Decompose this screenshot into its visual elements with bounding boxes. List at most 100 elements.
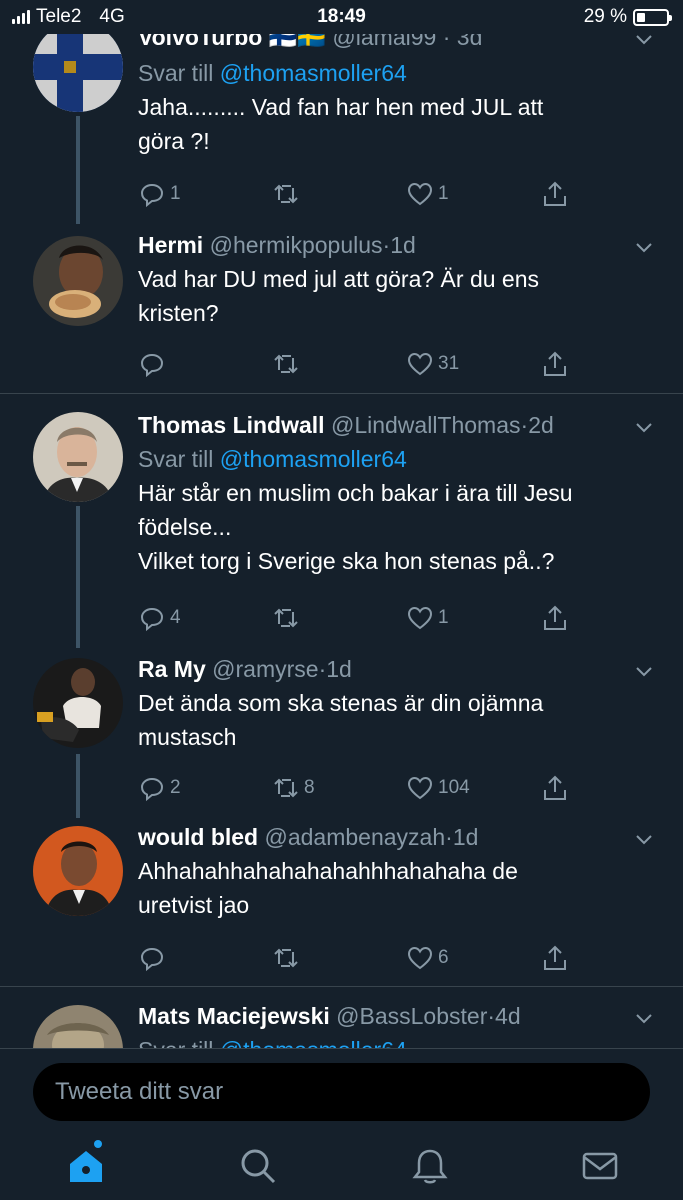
search-icon xyxy=(241,1149,276,1184)
reply-to-link[interactable]: @thomasmoller64 xyxy=(220,60,407,86)
reply-button[interactable]: 1 xyxy=(138,180,181,208)
search-tab[interactable] xyxy=(238,1146,278,1186)
tweet-text-line: uretvist jao xyxy=(138,892,250,918)
tweet[interactable]: Mats Maciejewski @BassLobster·4d Svar ti… xyxy=(0,987,683,1048)
retweet-button[interactable] xyxy=(272,180,304,208)
reply-prefix: Svar till xyxy=(138,1037,213,1048)
reply-count: 4 xyxy=(170,607,181,628)
display-name[interactable]: Hermi xyxy=(138,232,203,258)
like-button[interactable]: 6 xyxy=(406,944,449,972)
reply-icon xyxy=(140,183,164,208)
like-count: 31 xyxy=(438,353,460,374)
reply-to-link[interactable]: @thomasmoller64 xyxy=(220,446,407,472)
reply-button[interactable]: 4 xyxy=(138,604,181,632)
tweet-header: Mats Maciejewski @BassLobster·4d xyxy=(138,1001,653,1031)
messages-tab[interactable] xyxy=(580,1146,620,1186)
heart-icon xyxy=(407,946,433,970)
tweet[interactable]: Hermi @hermikpopulus·1d Vad har DU med j… xyxy=(0,226,683,393)
handle[interactable]: @LindwallThomas xyxy=(331,412,521,438)
display-name[interactable]: Thomas Lindwall xyxy=(138,412,325,438)
reply-to-link[interactable]: @thomasmoller64 xyxy=(220,1037,407,1048)
display-name[interactable]: would bled xyxy=(138,824,258,850)
tweet-text: Ahhahahhahahahahahhhahahaha de uretvist … xyxy=(138,854,653,922)
tweet-text: Det ända som ska stenas är din ojämna mu… xyxy=(138,686,653,754)
chevron-down-icon[interactable] xyxy=(635,238,653,256)
tweet[interactable]: would bled @adambenayzah·1d Ahhahahhahah… xyxy=(0,816,683,986)
avatar[interactable] xyxy=(33,236,123,326)
tweet-text: Jaha......... Vad fan har hen med JUL at… xyxy=(138,90,653,158)
home-tab[interactable] xyxy=(66,1140,106,1186)
avatar[interactable] xyxy=(33,826,123,916)
notifications-tab[interactable] xyxy=(410,1146,450,1186)
share-button[interactable] xyxy=(541,180,569,208)
display-name[interactable]: Ra My xyxy=(138,656,206,682)
chevron-down-icon[interactable] xyxy=(635,1009,653,1027)
separator: · xyxy=(445,824,453,850)
retweet-icon xyxy=(274,354,298,374)
reply-count: 1 xyxy=(170,183,181,204)
share-icon xyxy=(544,945,566,970)
share-icon xyxy=(544,181,566,206)
tweet[interactable]: Thomas Lindwall @LindwallThomas·2d Svar … xyxy=(0,394,683,648)
like-button[interactable]: 1 xyxy=(406,180,449,208)
retweet-icon xyxy=(274,608,298,628)
share-button[interactable] xyxy=(541,944,569,972)
like-button[interactable]: 104 xyxy=(406,774,470,802)
reply-context: Svar till @thomasmoller64 xyxy=(138,442,653,476)
timestamp: 1d xyxy=(452,824,479,850)
reply-button[interactable]: 2 xyxy=(138,774,181,802)
tweet-text-line: Här står en muslim och bakar i ära till … xyxy=(138,480,573,506)
like-count: 1 xyxy=(438,183,449,204)
reply-input[interactable]: Tweeta ditt svar xyxy=(33,1063,650,1121)
tweet[interactable]: Ra My @ramyrse·1d Det ända som ska stena… xyxy=(0,646,683,818)
retweet-button[interactable] xyxy=(272,944,304,972)
avatar[interactable] xyxy=(33,412,123,502)
share-icon xyxy=(544,605,566,630)
retweet-button[interactable] xyxy=(272,604,304,632)
status-bar: Tele2 4G 18:49 29 % xyxy=(0,0,683,34)
retweet-button[interactable] xyxy=(272,350,304,378)
tweet-header: Thomas Lindwall @LindwallThomas·2d xyxy=(138,410,653,440)
like-button[interactable]: 31 xyxy=(406,350,459,378)
reply-timeline[interactable]: VolvoTurbo 🇫🇮🇸🇪 @lamai99 · 3d Svar till … xyxy=(0,0,683,1048)
handle[interactable]: @hermikpopulus xyxy=(210,232,383,258)
reply-icon xyxy=(140,777,164,802)
handle[interactable]: @BassLobster xyxy=(336,1003,487,1029)
heart-icon xyxy=(407,606,433,630)
avatar[interactable] xyxy=(33,22,123,112)
display-name[interactable]: Mats Maciejewski xyxy=(138,1003,330,1029)
retweet-button[interactable]: 8 xyxy=(272,774,315,802)
chevron-down-icon[interactable] xyxy=(635,418,653,436)
battery-percent: 29 % xyxy=(583,6,627,27)
reply-context: Svar till @thomasmoller64 xyxy=(138,1033,653,1048)
like-button[interactable]: 1 xyxy=(406,604,449,632)
reply-context: Svar till @thomasmoller64 xyxy=(138,56,653,90)
chevron-down-icon[interactable] xyxy=(635,662,653,680)
share-button[interactable] xyxy=(541,350,569,378)
tweet-header: Ra My @ramyrse·1d xyxy=(138,654,653,684)
timestamp: 4d xyxy=(495,1003,521,1029)
tweet-text-line: mustasch xyxy=(138,724,237,750)
share-button[interactable] xyxy=(541,774,569,802)
reply-prefix: Svar till xyxy=(138,60,214,86)
avatar[interactable] xyxy=(33,1005,123,1048)
clock: 18:49 xyxy=(317,6,366,27)
chevron-down-icon[interactable] xyxy=(635,830,653,848)
handle[interactable]: @adambenayzah xyxy=(265,824,446,850)
avatar[interactable] xyxy=(33,658,123,748)
heart-icon xyxy=(407,776,433,800)
reply-button[interactable] xyxy=(138,350,170,378)
handle[interactable]: @ramyrse xyxy=(212,656,318,682)
retweet-count: 8 xyxy=(304,777,315,798)
reply-button[interactable] xyxy=(138,944,170,972)
reply-icon xyxy=(140,353,164,378)
timestamp: 1d xyxy=(390,232,416,258)
share-button[interactable] xyxy=(541,604,569,632)
thread-line xyxy=(76,116,80,224)
tweet-text: Vad har DU med jul att göra? Är du ens k… xyxy=(138,262,653,330)
retweet-icon xyxy=(274,778,298,798)
like-count: 6 xyxy=(438,947,449,968)
tweet-text-line: Det ända som ska stenas är din ojämna xyxy=(138,690,544,716)
like-count: 104 xyxy=(438,777,470,798)
tweet-text-line: Ahhahahhahahahahahhhahahaha de xyxy=(138,858,518,884)
